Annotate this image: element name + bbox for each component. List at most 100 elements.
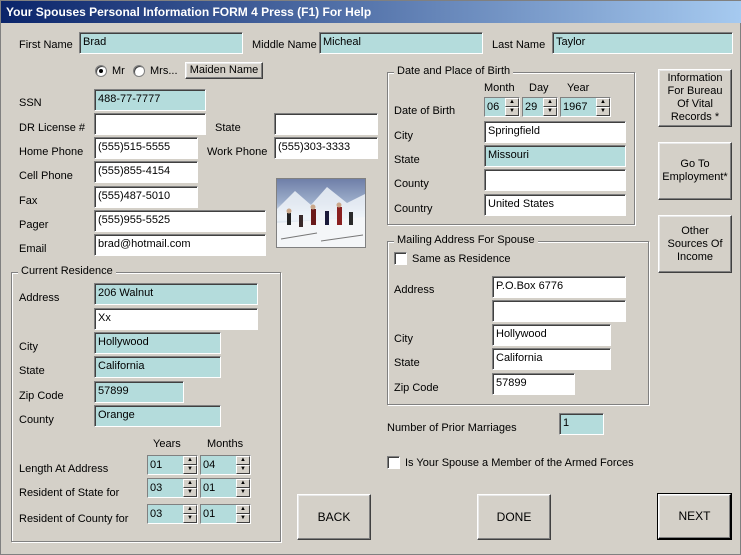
residence-county-field[interactable]: Orange [94,405,221,427]
length-years-spinner[interactable]: 01 ▲ ▼ [147,455,198,475]
prior-marriages-field[interactable]: 1 [559,413,604,435]
county-months-spinner[interactable]: 01 ▲ ▼ [200,504,251,524]
mailing-address-title: Mailing Address For Spouse [394,234,538,246]
spin-up-icon[interactable]: ▲ [543,98,557,107]
window-title: Your Spouses Personal Information FORM 4… [1,1,741,23]
fax-field[interactable]: (555)487-5010 [94,186,198,208]
mrs-label: Mrs... [150,65,178,77]
last-name-label: Last Name [492,39,546,51]
spin-down-icon[interactable]: ▼ [183,488,197,497]
resident-of-state-label: Resident of State for [19,487,120,499]
same-as-residence-checkbox[interactable] [394,252,407,265]
home-phone-field[interactable]: (555)515-5555 [94,137,198,159]
mailing-address1-field[interactable]: P.O.Box 6776 [492,276,626,298]
length-months-spinner[interactable]: 04 ▲ ▼ [200,455,251,475]
spin-up-icon[interactable]: ▲ [505,98,519,107]
birth-year-value: 1967 [563,101,588,113]
length-at-address-label: Length At Address [19,463,109,475]
birth-country-label: Country [394,203,433,215]
residence-zip-field[interactable]: 57899 [94,381,184,403]
pager-field[interactable]: (555)955-5525 [94,210,266,232]
residence-state-field[interactable]: California [94,356,221,378]
vital-records-button[interactable]: Information For Bureau Of Vital Records … [658,69,732,127]
date-of-birth-label: Date of Birth [394,105,456,117]
home-phone-label: Home Phone [19,146,84,158]
county-months-value: 01 [203,508,216,520]
spin-down-icon[interactable]: ▼ [236,514,250,523]
mailing-address-label: Address [394,284,435,296]
license-state-label: State [215,122,241,134]
state-months-value: 01 [203,482,216,494]
spin-down-icon[interactable]: ▼ [183,514,197,523]
birth-month-spinner[interactable]: 06 ▲ ▼ [484,97,520,117]
spin-up-icon[interactable]: ▲ [236,479,250,488]
mailing-zip-field[interactable]: 57899 [492,373,575,395]
middle-name-label: Middle Name [252,39,317,51]
fax-label: Fax [19,195,38,207]
residence-address2-field[interactable]: Xx [94,308,258,330]
birth-state-field[interactable]: Missouri [484,145,626,167]
maiden-name-button[interactable]: Maiden Name [185,62,263,79]
mrs-radio[interactable] [133,65,145,77]
dr-license-label: DR License # [19,122,86,134]
license-state-field[interactable] [274,113,378,135]
first-name-field[interactable]: Brad [79,32,243,54]
birth-country-field[interactable]: United States [484,194,626,216]
spin-up-icon[interactable]: ▲ [236,505,250,514]
mailing-zip-label: Zip Code [394,382,439,394]
spin-down-icon[interactable]: ▼ [236,488,250,497]
middle-name-field[interactable]: Micheal [319,32,483,54]
birth-day-spinner[interactable]: 29 ▲ ▼ [522,97,558,117]
county-years-spinner[interactable]: 03 ▲ ▼ [147,504,198,524]
spin-up-icon[interactable]: ▲ [236,456,250,465]
state-years-spinner[interactable]: 03 ▲ ▼ [147,478,198,498]
email-field[interactable]: brad@hotmail.com [94,234,266,256]
residence-address1-field[interactable]: 206 Walnut [94,283,258,305]
birth-county-field[interactable] [484,169,626,191]
work-phone-label: Work Phone [207,146,268,158]
mailing-city-field[interactable]: Hollywood [492,324,611,346]
last-name-field[interactable]: Taylor [552,32,733,54]
residence-city-label: City [19,341,38,353]
current-residence-title: Current Residence [18,265,116,277]
length-months-value: 04 [203,459,216,471]
cell-phone-field[interactable]: (555)855-4154 [94,161,198,183]
spin-down-icon[interactable]: ▼ [236,465,250,474]
mailing-address2-field[interactable] [492,300,626,322]
state-months-spinner[interactable]: 01 ▲ ▼ [200,478,251,498]
state-years-value: 03 [150,482,163,494]
mr-label: Mr [112,65,125,77]
spin-down-icon[interactable]: ▼ [183,465,197,474]
residence-state-label: State [19,365,45,377]
same-as-residence-label: Same as Residence [412,253,511,265]
birth-city-field[interactable]: Springfield [484,121,626,143]
spin-down-icon[interactable]: ▼ [505,107,519,116]
birth-group-title: Date and Place of Birth [394,65,514,77]
other-income-button[interactable]: Other Sources Of Income [658,215,732,273]
birth-county-label: County [394,178,429,190]
spin-up-icon[interactable]: ▲ [596,98,610,107]
birth-year-spinner[interactable]: 1967 ▲ ▼ [560,97,611,117]
spin-up-icon[interactable]: ▲ [183,456,197,465]
dr-license-field[interactable] [94,113,206,135]
residence-county-label: County [19,414,54,426]
armed-forces-checkbox[interactable] [387,456,400,469]
birth-year-header: Year [567,82,590,94]
residence-city-field[interactable]: Hollywood [94,332,221,354]
years-header: Years [153,438,181,450]
done-button[interactable]: DONE [477,494,551,540]
residence-address-label: Address [19,292,60,304]
back-button[interactable]: BACK [297,494,371,540]
spin-up-icon[interactable]: ▲ [183,479,197,488]
work-phone-field[interactable]: (555)303-3333 [274,137,378,159]
go-to-employment-button[interactable]: Go To Employment* [658,142,732,200]
spin-up-icon[interactable]: ▲ [183,505,197,514]
birth-month-header: Month [484,82,515,94]
spin-down-icon[interactable]: ▼ [596,107,610,116]
spouse-info-window: Your Spouses Personal Information FORM 4… [0,0,741,555]
next-button[interactable]: NEXT [658,494,731,539]
mailing-state-field[interactable]: California [492,348,611,370]
ssn-field[interactable]: 488-77-7777 [94,89,206,111]
mr-radio[interactable] [95,65,107,77]
spin-down-icon[interactable]: ▼ [543,107,557,116]
